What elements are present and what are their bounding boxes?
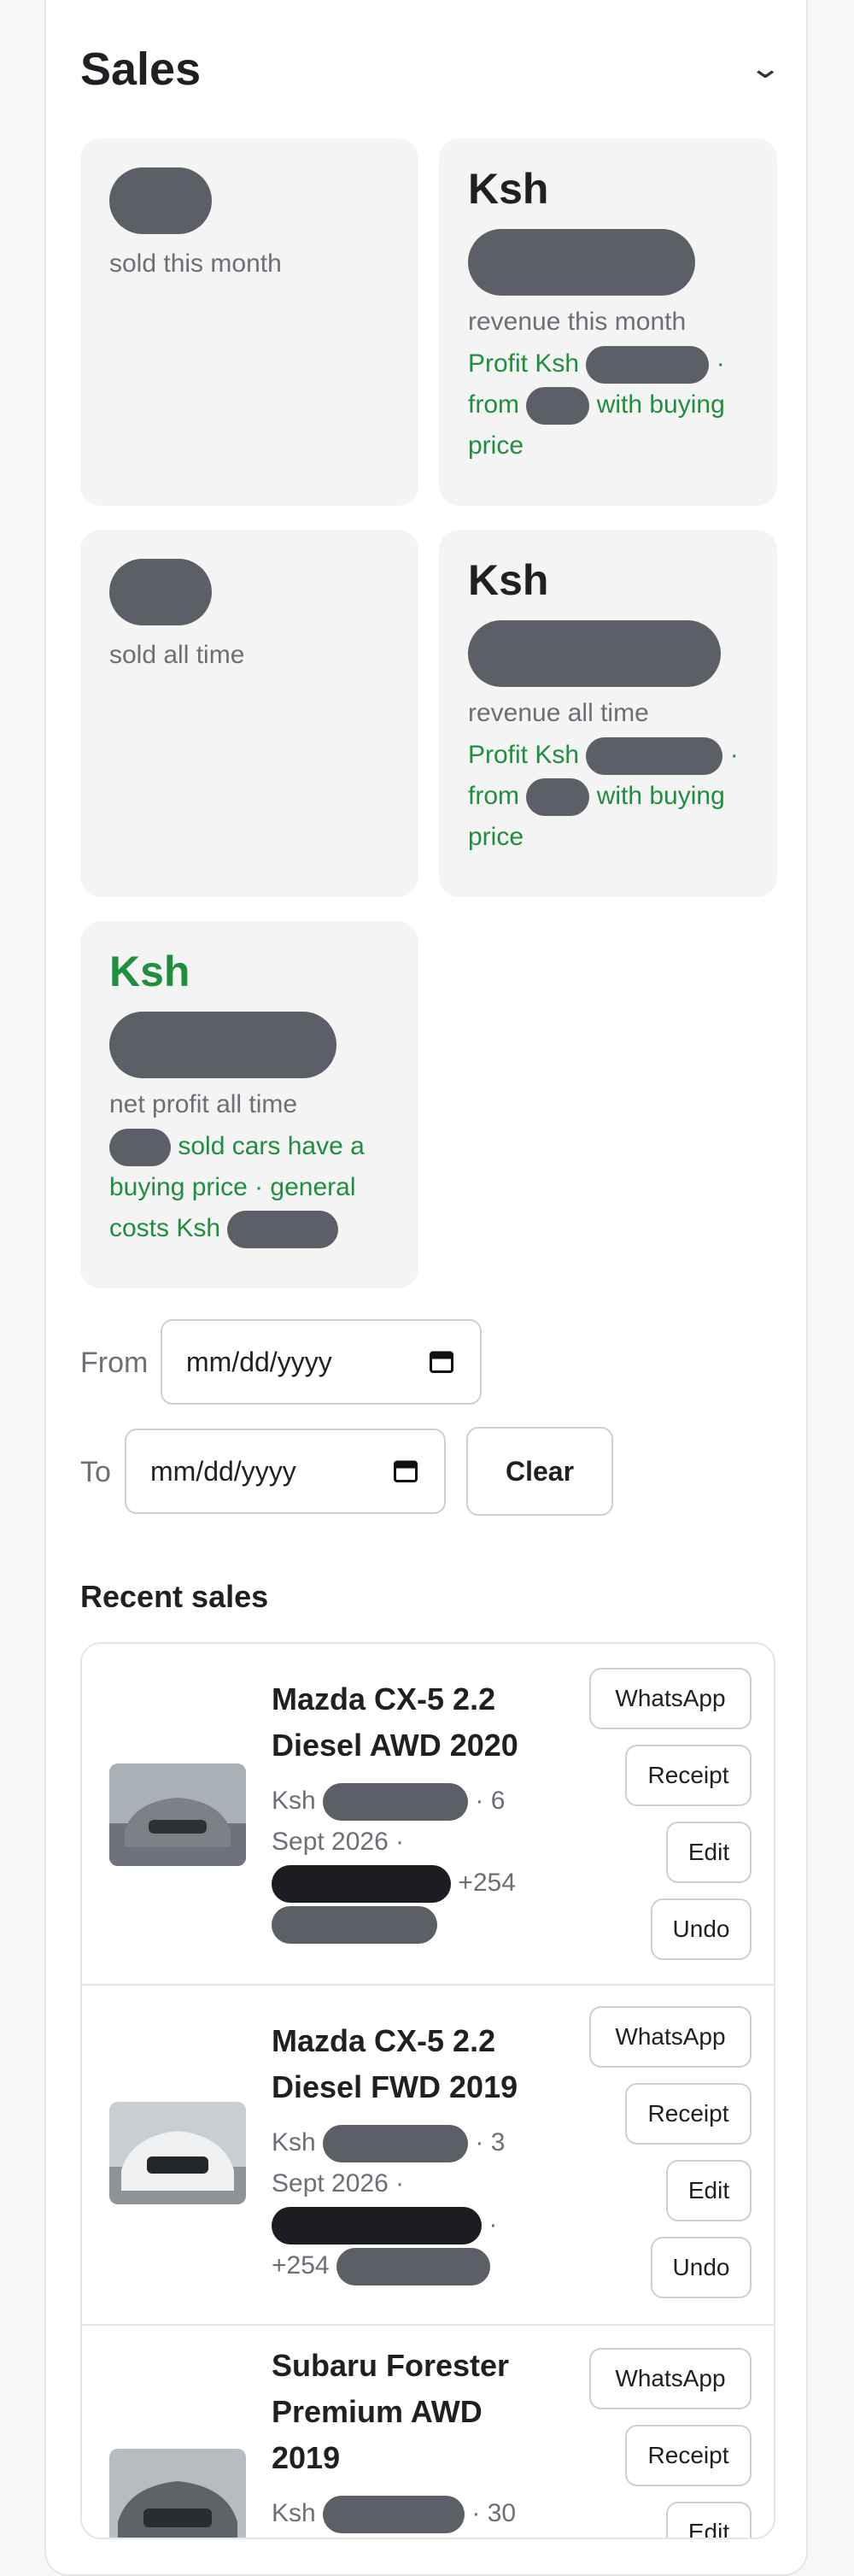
currency-label: Ksh [468,165,549,213]
car-name-line: 2019 [272,2440,341,2475]
car-name-line: Diesel AWD 2020 [272,1728,518,1763]
undo-button[interactable]: Undo [651,2237,752,2298]
phone-prefix: +254 [458,1869,516,1897]
redacted-buyer [272,2207,482,2245]
sale-date: Sept 2026 · [272,2169,405,2198]
car-photo [109,2449,246,2538]
profit-note: Profit Ksh · from with buying price [468,735,748,858]
stat-label: revenue all time [468,699,649,727]
car-name: Subaru Forester Premium AWD 2019 [272,2343,545,2481]
currency-label: Ksh [468,556,549,604]
redacted-value [227,1211,339,1249]
car-name-line: Mazda CX-5 2.2 [272,1681,496,1716]
recent-sales-title: Recent sales [80,1579,269,1614]
stat-label: sold all time [109,641,245,669]
receipt-button[interactable]: Receipt [625,2425,752,2486]
stat-label: sold this month [109,249,282,278]
redacted-value [586,737,723,776]
redacted-value [109,167,212,234]
list-item: Mazda CX-5 2.2 Diesel AWD 2020 Ksh · 6 S… [82,1644,774,1986]
sale-meta: Ksh · 6 Sept 2026 · +254 [272,1781,528,1945]
redacted-value [526,778,590,817]
redacted-value [109,1012,336,1078]
stat-sold-all: sold all time [80,530,418,897]
stat-net-profit: Ksh net profit all time sold cars have a… [80,921,418,1288]
car-name: Mazda CX-5 2.2 Diesel FWD 2019 [272,2018,545,2110]
redacted-buyer [272,1865,451,1904]
net-note-3: costs Ksh [109,1214,221,1242]
sale-meta: Ksh · 30 [272,2493,528,2534]
to-date-input[interactable]: mm/dd/yyyy [125,1429,446,1514]
clear-button[interactable]: Clear [466,1427,613,1516]
from-label: from [468,782,519,810]
currency-label: Ksh [272,1787,316,1815]
redacted-value [526,387,590,425]
edit-button[interactable]: Edit [666,1822,752,1883]
net-note-2: buying price · general [109,1173,356,1201]
stat-revenue-month: Ksh revenue this month Profit Ksh · from… [439,138,777,506]
to-label: To [80,1456,111,1488]
recent-sales-list: Mazda CX-5 2.2 Diesel AWD 2020 Ksh · 6 S… [80,1642,775,2539]
redacted-value [468,620,721,687]
from-label: from [468,390,519,419]
currency-label: Ksh [272,2128,316,2156]
whatsapp-button[interactable]: WhatsApp [589,1668,752,1729]
receipt-button[interactable]: Receipt [625,2083,752,2145]
redacted-value [468,229,695,296]
car-name-line: Mazda CX-5 2.2 [272,2023,496,2058]
car-photo [109,2102,246,2204]
redacted-phone [336,2248,490,2286]
from-label: From [80,1347,149,1379]
sale-date: Sept 2026 · [272,1828,405,1856]
profit-note: Profit Ksh · from with buying price [468,343,748,466]
calendar-icon[interactable] [393,1458,418,1483]
car-name: Mazda CX-5 2.2 Diesel AWD 2020 [272,1676,545,1769]
whatsapp-button[interactable]: WhatsApp [589,2348,752,2409]
car-name-line: Subaru Forester [272,2348,510,2383]
currency-label: Ksh [109,948,190,995]
redacted-value [586,346,710,384]
redacted-value [323,2496,465,2534]
stat-sold-month: sold this month [80,138,418,506]
car-name-line: Premium AWD [272,2394,483,2429]
sales-card: Sales ⌄ sold this month Ksh revenue this… [44,0,808,2576]
edit-button[interactable]: Edit [666,2502,752,2538]
redacted-value [323,2125,469,2163]
redacted-value [109,1129,171,1167]
date-placeholder: mm/dd/yyyy [150,1455,296,1487]
list-item: Subaru Forester Premium AWD 2019 Ksh · 3… [82,2326,774,2538]
calendar-icon[interactable] [429,1348,454,1374]
edit-button[interactable]: Edit [666,2160,752,2221]
redacted-phone [272,1906,437,1945]
date-placeholder: mm/dd/yyyy [186,1346,332,1377]
sale-date: · 30 [471,2499,517,2527]
car-photo [109,1763,246,1866]
stat-label: revenue this month [468,308,687,336]
chevron-down-icon[interactable]: ⌄ [748,51,782,85]
receipt-button[interactable]: Receipt [625,1745,752,1806]
from-date-input[interactable]: mm/dd/yyyy [161,1319,482,1405]
redacted-value [109,559,212,625]
net-note-1: sold cars have a [178,1132,365,1160]
profit-prefix: Profit Ksh [468,349,580,378]
car-name-line: Diesel FWD 2019 [272,2069,518,2104]
undo-button[interactable]: Undo [651,1898,752,1960]
profit-prefix: Profit Ksh [468,741,580,769]
redacted-value [323,1783,469,1822]
net-note: sold cars have a buying price · general … [109,1126,389,1249]
phone-prefix: +254 [272,2251,330,2280]
sale-date: · 3 [475,2128,506,2156]
stat-revenue-all: Ksh revenue all time Profit Ksh · from w… [439,530,777,897]
whatsapp-button[interactable]: WhatsApp [589,2006,752,2068]
stat-label: net profit all time [109,1090,298,1118]
list-item: Mazda CX-5 2.2 Diesel FWD 2019 Ksh · 3 S… [82,1986,774,2326]
sale-meta: Ksh · 3 Sept 2026 · · +254 [272,2122,528,2286]
page-title: Sales [80,44,202,95]
currency-label: Ksh [272,2499,316,2527]
sale-date: · 6 [475,1787,506,1815]
